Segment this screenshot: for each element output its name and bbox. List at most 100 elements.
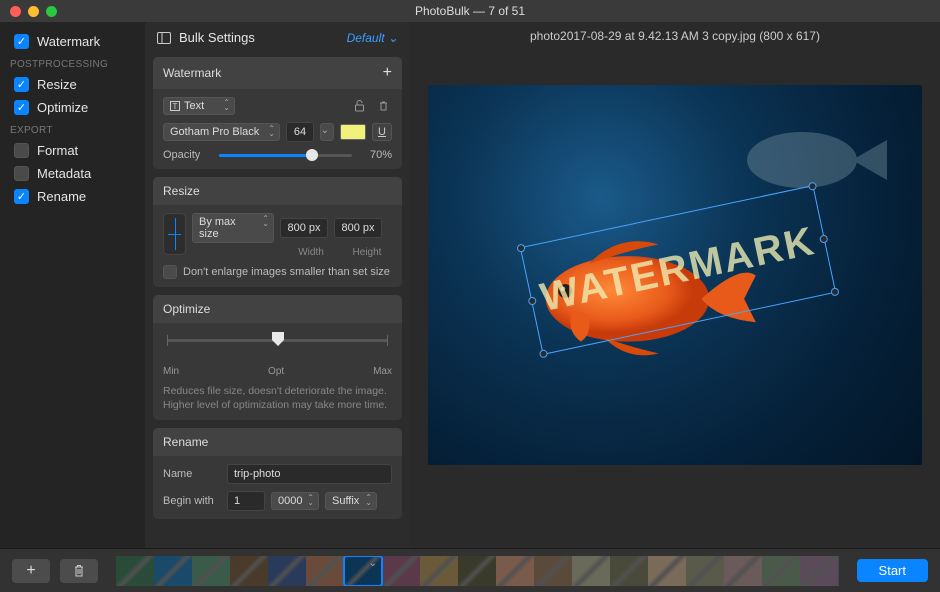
sidebar-item-label: Format (37, 143, 78, 158)
thumbnail-strip[interactable] (116, 556, 839, 586)
close-window-icon[interactable] (10, 6, 21, 17)
thumbnail[interactable] (534, 556, 572, 586)
sidebar: ✓ Watermark POSTPROCESSING ✓ Resize ✓ Op… (0, 22, 145, 548)
thumbnail[interactable] (230, 556, 268, 586)
sidebar-item-rename[interactable]: ✓ Rename (0, 185, 145, 208)
bottom-toolbar: + Start (0, 548, 940, 592)
settings-header: Bulk Settings (179, 30, 255, 45)
panel-title: Watermark (163, 66, 221, 80)
sidebar-item-label: Watermark (37, 34, 100, 49)
thumbnail[interactable] (306, 556, 344, 586)
titlebar: PhotoBulk — 7 of 51 (0, 0, 940, 22)
thumbnail[interactable] (838, 556, 839, 586)
rename-begin-label: Begin with (163, 495, 221, 507)
resize-diagram-icon (163, 213, 186, 255)
underline-button[interactable]: U (372, 123, 392, 141)
resize-width-input[interactable]: 800 px (280, 218, 328, 238)
remove-images-button[interactable] (60, 559, 98, 583)
opacity-label: Opacity (163, 149, 211, 161)
thumbnail[interactable] (724, 556, 762, 586)
sidebar-item-resize[interactable]: ✓ Resize (0, 73, 145, 96)
dont-enlarge-label: Don't enlarge images smaller than set si… (183, 266, 390, 278)
thumbnail[interactable] (268, 556, 306, 586)
watermark-type-select[interactable]: T Text (163, 97, 235, 115)
sidebar-item-label: Metadata (37, 166, 91, 181)
opt-max-label: Max (373, 366, 392, 377)
sidebar-item-label: Resize (37, 77, 77, 92)
rename-name-input[interactable]: trip-photo (227, 464, 392, 484)
panel-title: Optimize (163, 302, 210, 316)
thumbnail[interactable] (762, 556, 800, 586)
thumbnail[interactable] (382, 556, 420, 586)
thumbnail[interactable] (572, 556, 610, 586)
preview-filename: photo2017-08-29 at 9.42.13 AM 3 copy.jpg… (410, 22, 940, 55)
watermark-text: WATERMARK (537, 219, 820, 321)
thumbnail[interactable] (344, 556, 382, 586)
minimize-window-icon[interactable] (28, 6, 39, 17)
sidebar-item-format[interactable]: Format (0, 139, 145, 162)
opacity-value: 70% (360, 149, 392, 161)
checkbox-on-icon[interactable]: ✓ (14, 189, 29, 204)
window-title: PhotoBulk — 7 of 51 (0, 4, 940, 18)
resize-mode-select[interactable]: By max size (192, 213, 274, 243)
checkbox-on-icon[interactable]: ✓ (14, 77, 29, 92)
font-size-input[interactable]: 64 (286, 122, 314, 142)
maximize-window-icon[interactable] (46, 6, 57, 17)
thumbnail[interactable] (686, 556, 724, 586)
trash-icon (73, 564, 85, 578)
start-button[interactable]: Start (857, 559, 928, 582)
sidebar-item-label: Optimize (37, 100, 88, 115)
font-select[interactable]: Gotham Pro Black (163, 123, 280, 141)
color-swatch[interactable] (340, 124, 366, 140)
rename-digits-select[interactable]: 0000 (271, 492, 319, 510)
rename-panel: Rename Name trip-photo Begin with 1 0000… (153, 428, 402, 519)
thumbnail[interactable] (458, 556, 496, 586)
resize-height-input[interactable]: 800 px (334, 218, 382, 238)
font-size-stepper[interactable] (320, 123, 334, 141)
add-watermark-button[interactable]: + (383, 64, 392, 82)
thumbnail[interactable] (800, 556, 838, 586)
thumbnail[interactable] (648, 556, 686, 586)
sidebar-category: POSTPROCESSING (0, 53, 145, 73)
rename-begin-input[interactable]: 1 (227, 491, 265, 511)
resize-panel: Resize By max size 800 px 800 px (153, 177, 402, 287)
add-images-button[interactable]: + (12, 559, 50, 583)
optimize-hint: Reduces file size, doesn't deteriorate t… (163, 384, 392, 412)
rename-name-label: Name (163, 468, 221, 480)
text-type-icon: T (170, 101, 180, 111)
preview-canvas[interactable]: WATERMARK (428, 85, 922, 465)
checkbox-off-icon[interactable] (14, 166, 29, 181)
thumbnail[interactable] (496, 556, 534, 586)
rename-suffix-select[interactable]: Suffix (325, 492, 377, 510)
panel-title: Rename (163, 435, 208, 449)
sidebar-item-optimize[interactable]: ✓ Optimize (0, 96, 145, 119)
thumbnail[interactable] (192, 556, 230, 586)
checkbox-on-icon[interactable]: ✓ (14, 34, 29, 49)
thumbnail[interactable] (420, 556, 458, 586)
opt-min-label: Min (163, 366, 179, 377)
watermark-panel: Watermark + T Text (153, 57, 402, 169)
sidebar-item-metadata[interactable]: Metadata (0, 162, 145, 185)
opt-opt-label: Opt (268, 366, 284, 377)
thumbnail[interactable] (610, 556, 648, 586)
thumbnail[interactable] (116, 556, 154, 586)
optimize-slider[interactable] (163, 331, 392, 359)
settings-column: Bulk Settings Default ⌄ Watermark + T (145, 22, 410, 548)
sidebar-item-label: Rename (37, 189, 86, 204)
opacity-slider[interactable] (219, 154, 352, 157)
optimize-panel: Optimize Min Opt Max (153, 295, 402, 420)
width-label: Width (286, 247, 336, 258)
panels-icon (157, 32, 171, 44)
thumbnail[interactable] (154, 556, 192, 586)
panel-title: Resize (163, 184, 200, 198)
sidebar-item-watermark[interactable]: ✓ Watermark (0, 30, 145, 53)
checkbox-on-icon[interactable]: ✓ (14, 100, 29, 115)
height-label: Height (342, 247, 392, 258)
svg-text:T: T (173, 102, 178, 111)
checkbox-off-icon[interactable] (14, 143, 29, 158)
preset-dropdown[interactable]: Default ⌄ (347, 31, 398, 45)
trash-icon[interactable] (374, 97, 392, 115)
chevron-down-icon: ⌄ (388, 31, 398, 45)
unlock-icon[interactable] (350, 97, 368, 115)
dont-enlarge-checkbox[interactable] (163, 265, 177, 279)
